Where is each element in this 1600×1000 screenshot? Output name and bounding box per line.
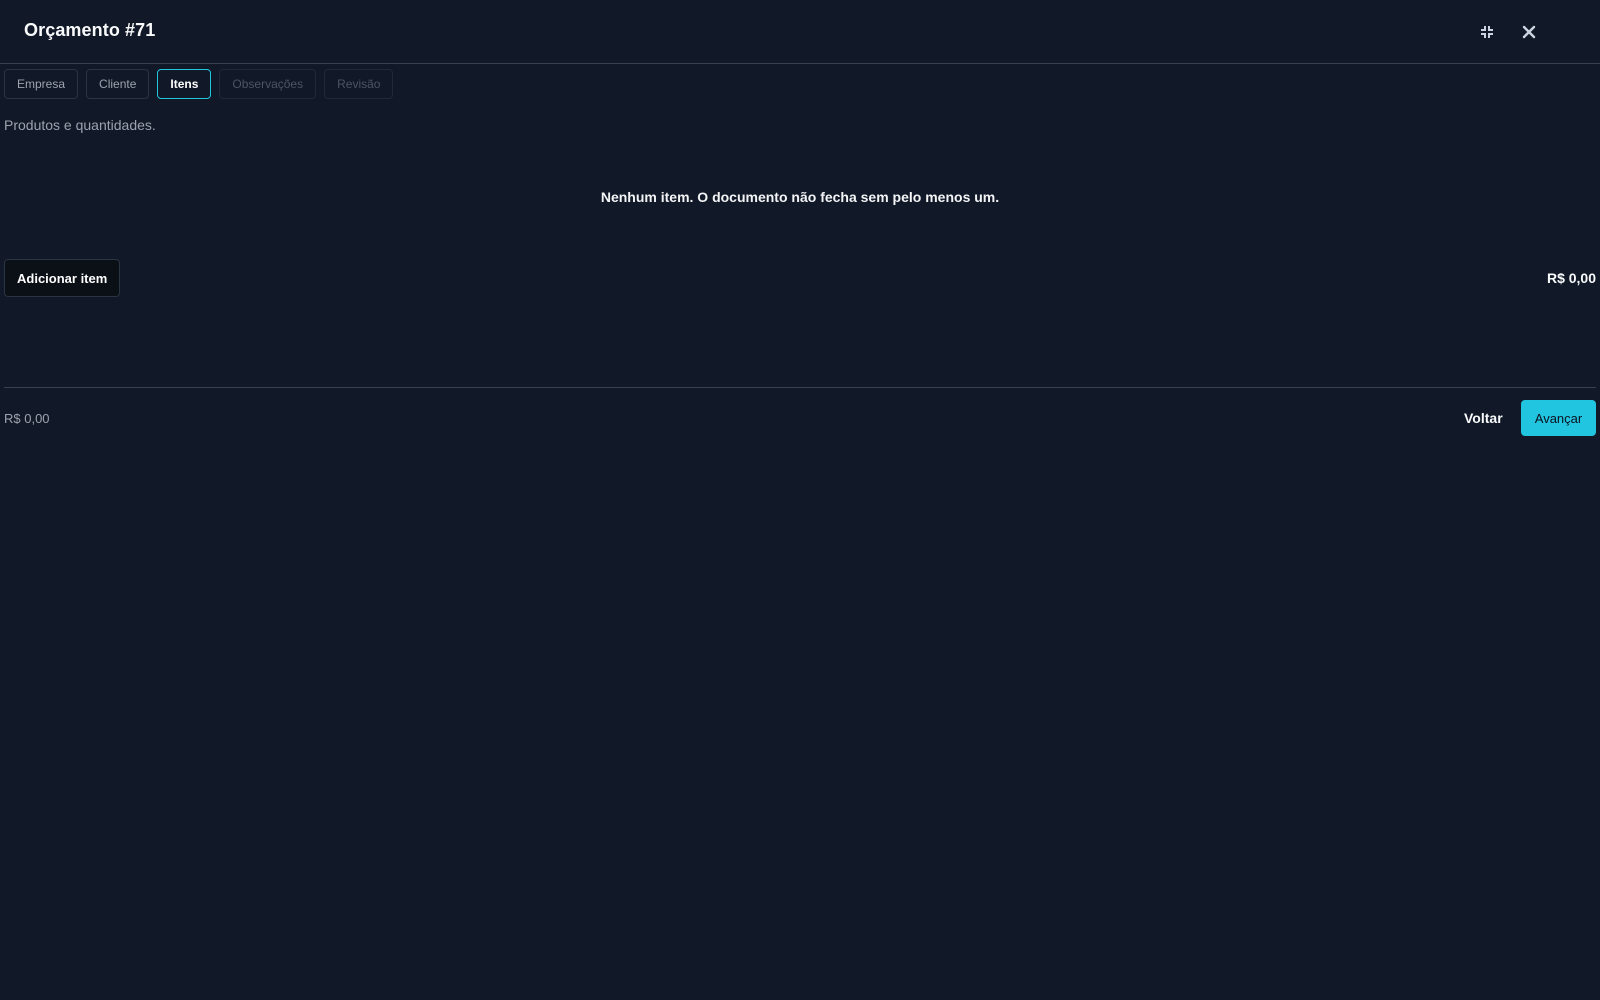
section-subtitle: Produtos e quantidades. <box>4 117 156 133</box>
add-item-button[interactable]: Adicionar item <box>4 259 121 297</box>
collapse-button[interactable] <box>1475 20 1499 44</box>
close-icon <box>1522 25 1536 39</box>
quote-dialog: Orçamento #71 Empresa Cliente Itens Obse… <box>0 0 1600 1000</box>
back-button[interactable]: Voltar <box>1452 400 1515 436</box>
footer-total: R$ 0,00 <box>4 411 50 426</box>
tab-itens[interactable]: Itens <box>157 69 212 99</box>
items-total: R$ 0,00 <box>1546 270 1596 286</box>
empty-state-message: Nenhum item. O documento não fecha sem p… <box>600 189 1000 205</box>
tab-cliente[interactable]: Cliente <box>86 69 150 99</box>
footer-divider <box>4 387 1596 388</box>
tab-empresa[interactable]: Empresa <box>4 69 79 99</box>
close-button[interactable] <box>1517 20 1541 44</box>
tab-observacoes: Observações <box>219 69 317 99</box>
tab-bar: Empresa Cliente Itens Observações Revisã… <box>4 69 394 99</box>
dialog-header: Orçamento #71 <box>0 0 1600 64</box>
tab-revisao: Revisão <box>324 69 394 99</box>
page-title: Orçamento #71 <box>24 20 156 40</box>
collapse-icon <box>1480 25 1494 39</box>
next-button[interactable]: Avançar <box>1521 400 1596 436</box>
